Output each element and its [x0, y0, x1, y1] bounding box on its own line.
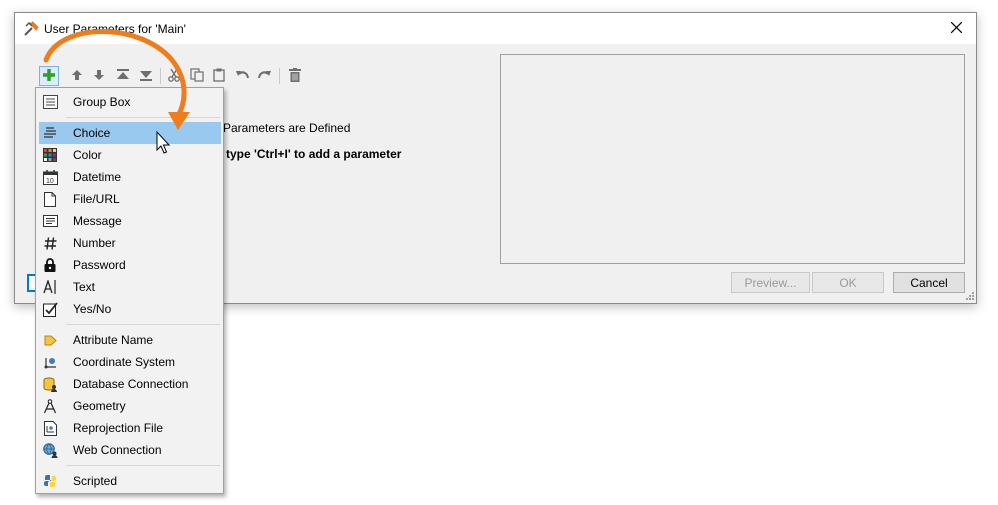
- database-icon: [42, 376, 58, 392]
- menu-item-label: Password: [73, 258, 126, 272]
- undo-icon: [235, 69, 249, 84]
- file-icon: [42, 191, 58, 207]
- menu-item-datetime[interactable]: 10 Datetime: [39, 166, 221, 188]
- menu-item-label: Color: [73, 148, 102, 162]
- cut-icon: [167, 68, 181, 85]
- move-down-button[interactable]: [89, 66, 109, 86]
- copy-icon: [190, 67, 204, 85]
- attribute-icon: [42, 332, 58, 348]
- menu-item-text[interactable]: Text: [39, 276, 221, 298]
- reprojection-file-icon: [42, 420, 58, 436]
- lock-icon: [42, 257, 58, 273]
- menu-item-label: Database Connection: [73, 377, 189, 391]
- add-parameter-button[interactable]: [39, 66, 59, 86]
- menu-item-group-box[interactable]: Group Box: [39, 91, 221, 113]
- move-up-button[interactable]: [67, 66, 87, 86]
- coordinate-system-icon: [42, 354, 58, 370]
- menu-item-choice[interactable]: Choice: [39, 122, 221, 144]
- add-icon: [42, 68, 56, 85]
- menu-separator: [66, 324, 220, 325]
- app-icon: [23, 21, 39, 37]
- menu-item-label: Attribute Name: [73, 333, 154, 347]
- menu-item-password[interactable]: Password: [39, 254, 221, 276]
- ok-button[interactable]: OK: [812, 272, 884, 293]
- menu-item-color[interactable]: Color: [39, 144, 221, 166]
- menu-item-web-connection[interactable]: Web Connection: [39, 439, 221, 461]
- preview-button[interactable]: Preview...: [731, 272, 810, 293]
- menu-item-label: Yes/No: [73, 302, 112, 316]
- copy-button[interactable]: [187, 66, 207, 86]
- hash-icon: [42, 235, 58, 251]
- move-top-button[interactable]: [113, 66, 133, 86]
- menu-item-label: Geometry: [73, 399, 126, 413]
- delete-button[interactable]: [285, 66, 305, 86]
- delete-icon: [289, 67, 301, 85]
- menu-item-label: Text: [73, 280, 96, 294]
- paste-button[interactable]: [209, 66, 229, 86]
- dialog-title: User Parameters for 'Main': [44, 22, 186, 36]
- undo-button[interactable]: [232, 66, 252, 86]
- cancel-button[interactable]: Cancel: [893, 272, 965, 293]
- title-bar: User Parameters for 'Main': [15, 13, 976, 44]
- move-up-icon: [71, 69, 83, 84]
- menu-item-database-connection[interactable]: Database Connection: [39, 373, 221, 395]
- add-parameter-menu: Group Box Choice Color 10 Datetime File/…: [35, 87, 224, 494]
- move-down-icon: [93, 69, 105, 84]
- preview-pane: [500, 54, 965, 264]
- web-connection-icon: [42, 442, 58, 458]
- resize-grip-icon[interactable]: [964, 291, 974, 301]
- menu-item-label: Reprojection File: [73, 421, 164, 435]
- menu-item-label: Message: [73, 214, 122, 228]
- choice-icon: [42, 125, 58, 141]
- move-top-icon: [116, 68, 130, 84]
- menu-item-number[interactable]: Number: [39, 232, 221, 254]
- menu-item-yes-no[interactable]: Yes/No: [39, 298, 221, 320]
- move-bottom-button[interactable]: [136, 66, 156, 86]
- menu-item-label: Coordinate System: [73, 355, 176, 369]
- color-icon: [42, 147, 58, 163]
- menu-item-label: Choice: [73, 126, 111, 140]
- redo-icon: [258, 69, 272, 84]
- close-button[interactable]: [936, 13, 976, 44]
- svg-text:10: 10: [46, 178, 54, 185]
- menu-item-geometry[interactable]: Geometry: [39, 395, 221, 417]
- menu-item-label: Number: [73, 236, 116, 250]
- checkbox-icon: [42, 301, 58, 317]
- toolbar-separator: [279, 68, 280, 84]
- paste-icon: [212, 68, 226, 85]
- menu-item-label: Group Box: [73, 95, 131, 109]
- redo-button[interactable]: [255, 66, 275, 86]
- cut-button[interactable]: [164, 66, 184, 86]
- toolbar-separator: [160, 68, 161, 84]
- geometry-icon: [42, 398, 58, 414]
- menu-item-reprojection-file[interactable]: Reprojection File: [39, 417, 221, 439]
- add-parameter-hint: r type 'Ctrl+I' to add a parameter: [218, 147, 402, 161]
- menu-item-file-url[interactable]: File/URL: [39, 188, 221, 210]
- menu-separator: [66, 117, 220, 118]
- close-icon: [950, 21, 962, 36]
- menu-item-scripted[interactable]: Scripted: [39, 470, 221, 492]
- group-box-icon: [42, 94, 58, 110]
- empty-parameters-message: Parameters are Defined: [223, 121, 351, 135]
- menu-item-attribute-name[interactable]: Attribute Name: [39, 329, 221, 351]
- menu-item-label: File/URL: [73, 192, 120, 206]
- menu-item-message[interactable]: Message: [39, 210, 221, 232]
- menu-separator: [66, 465, 220, 466]
- calendar-icon: 10: [42, 169, 58, 185]
- menu-item-label: Scripted: [73, 474, 118, 488]
- move-bottom-icon: [139, 69, 153, 84]
- menu-item-label: Datetime: [73, 170, 122, 184]
- menu-item-coordinate-system[interactable]: Coordinate System: [39, 351, 221, 373]
- text-cursor-icon: [42, 279, 58, 295]
- menu-item-label: Web Connection: [73, 443, 162, 457]
- message-icon: [42, 213, 58, 229]
- python-icon: [42, 473, 58, 489]
